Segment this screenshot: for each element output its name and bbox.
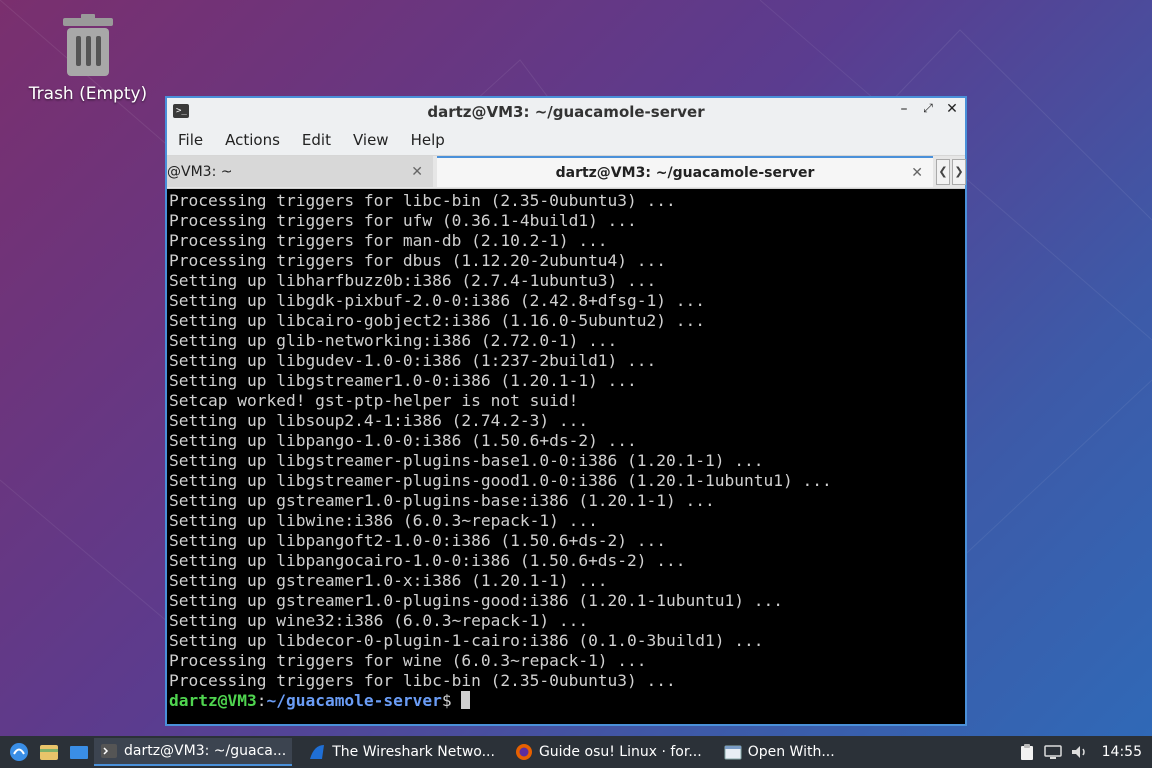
terminal-line: Setting up libwine:i386 (6.0.3~repack-1)… (169, 511, 598, 530)
terminal-line: Setting up libgudev-1.0-0:i386 (1:237-2b… (169, 351, 657, 370)
wireshark-icon (308, 743, 326, 761)
terminal-prompt[interactable]: dartz@VM3:~/guacamole-server$ (169, 691, 965, 711)
terminal-line: Setting up gstreamer1.0-x:i386 (1.20.1-1… (169, 571, 608, 590)
menu-view[interactable]: View (342, 131, 400, 149)
terminal-app-icon[interactable]: >_ (173, 104, 189, 118)
terminal-line: Setting up libgstreamer-plugins-good1.0-… (169, 471, 832, 490)
minimize-icon[interactable]: – (895, 101, 913, 117)
terminal-icon (100, 742, 118, 760)
menu-help[interactable]: Help (400, 131, 456, 149)
task-label: The Wireshark Netwo... (332, 744, 495, 760)
maximize-icon[interactable]: ⤢ (919, 101, 937, 116)
menu-actions[interactable]: Actions (214, 131, 291, 149)
network-icon[interactable] (1043, 743, 1062, 761)
tab-bar: @VM3: ~ ✕ dartz@VM3: ~/guacamole-server … (167, 156, 966, 189)
terminal-line: Setting up glib-networking:i386 (2.72.0-… (169, 331, 618, 350)
menu-file[interactable]: File (167, 131, 214, 149)
trash-label: Trash (Empty) (28, 84, 148, 104)
task-wireshark[interactable]: The Wireshark Netwo... (302, 738, 501, 766)
tab-home[interactable]: @VM3: ~ ✕ (167, 156, 433, 187)
terminal-line: Setting up libgstreamer-plugins-base1.0-… (169, 451, 764, 470)
window-titlebar[interactable]: >_ dartz@VM3: ~/guacamole-server – ⤢ ✕ (167, 98, 965, 125)
terminal-output[interactable]: Processing triggers for libc-bin (2.35-0… (167, 189, 965, 711)
chevron-right-icon[interactable]: ❯ (952, 159, 966, 185)
menu-edit[interactable]: Edit (291, 131, 342, 149)
task-terminal[interactable]: dartz@VM3: ~/guaca... (94, 738, 293, 766)
task-label: dartz@VM3: ~/guaca... (124, 743, 287, 759)
window-title: dartz@VM3: ~/guacamole-server (427, 102, 705, 121)
terminal-line: Setting up libpango-1.0-0:i386 (1.50.6+d… (169, 431, 637, 450)
clock[interactable]: 14:55 (1102, 744, 1142, 760)
clipboard-icon[interactable] (1018, 743, 1036, 761)
file-manager-icon[interactable] (38, 742, 60, 762)
task-firefox[interactable]: Guide osu! Linux · for... (509, 738, 708, 766)
firefox-icon (515, 743, 533, 761)
tab-close-icon[interactable]: ✕ (911, 165, 923, 181)
terminal-line: Setting up libpangoft2-1.0-0:i386 (1.50.… (169, 531, 667, 550)
terminal-line: Processing triggers for wine (6.0.3~repa… (169, 651, 647, 670)
terminal-line: Setting up wine32:i386 (6.0.3~repack-1) … (169, 611, 589, 630)
terminal-line: Setting up gstreamer1.0-plugins-good:i38… (169, 591, 783, 610)
terminal-window[interactable]: >_ dartz@VM3: ~/guacamole-server – ⤢ ✕ F… (165, 96, 967, 726)
system-tray: 14:55 (1018, 736, 1152, 768)
terminal-line: Setcap worked! gst-ptp-helper is not sui… (169, 391, 579, 410)
terminal-line: Setting up libgstreamer1.0-0:i386 (1.20.… (169, 371, 637, 390)
show-desktop-icon[interactable] (68, 742, 90, 762)
terminal-line: Processing triggers for dbus (1.12.20-2u… (169, 251, 667, 270)
taskbar: dartz@VM3: ~/guaca... The Wireshark Netw… (0, 736, 1152, 768)
trash-icon (61, 14, 115, 78)
terminal-cursor (461, 691, 471, 709)
menu-bar: File Actions Edit View Help (167, 125, 965, 156)
terminal-line: Setting up libharfbuzz0b:i386 (2.7.4-1ub… (169, 271, 657, 290)
desktop-icon-trash[interactable]: Trash (Empty) (22, 14, 154, 104)
chevron-left-icon[interactable]: ❮ (936, 159, 950, 185)
prompt-separator: : (256, 691, 267, 710)
tab-label: @VM3: ~ (167, 163, 233, 180)
terminal-line: Setting up libgdk-pixbuf-2.0-0:i386 (2.4… (169, 291, 706, 310)
prompt-user-host: dartz@VM3 (169, 691, 257, 710)
terminal-line: Processing triggers for libc-bin (2.35-0… (169, 191, 676, 210)
terminal-line: Setting up libcairo-gobject2:i386 (1.16.… (169, 311, 706, 330)
window-icon (724, 743, 742, 761)
tab-label: dartz@VM3: ~/guacamole-server (555, 164, 815, 181)
close-icon[interactable]: ✕ (943, 101, 961, 117)
terminal-line: Setting up gstreamer1.0-plugins-base:i38… (169, 491, 715, 510)
tab-guacamole-server[interactable]: dartz@VM3: ~/guacamole-server ✕ (437, 156, 933, 187)
terminal-line: Setting up libdecor-0-plugin-1-cairo:i38… (169, 631, 764, 650)
task-open-with[interactable]: Open With... (718, 738, 841, 766)
volume-icon[interactable] (1070, 743, 1088, 761)
task-label: Open With... (747, 744, 835, 760)
task-label: Guide osu! Linux · for... (538, 744, 702, 760)
tab-close-icon[interactable]: ✕ (411, 164, 423, 180)
terminal-line: Setting up libsoup2.4-1:i386 (2.74.2-3) … (169, 411, 589, 430)
terminal-line: Processing triggers for ufw (0.36.1-4bui… (169, 211, 637, 230)
app-menu-icon[interactable] (8, 742, 30, 762)
prompt-path: ~/guacamole-server (266, 691, 442, 710)
terminal-line: Processing triggers for man-db (2.10.2-1… (169, 231, 608, 250)
terminal-line: Processing triggers for libc-bin (2.35-0… (169, 671, 676, 690)
terminal-line: Setting up libpangocairo-1.0-0:i386 (1.5… (169, 551, 686, 570)
prompt-symbol: $ (441, 691, 462, 710)
